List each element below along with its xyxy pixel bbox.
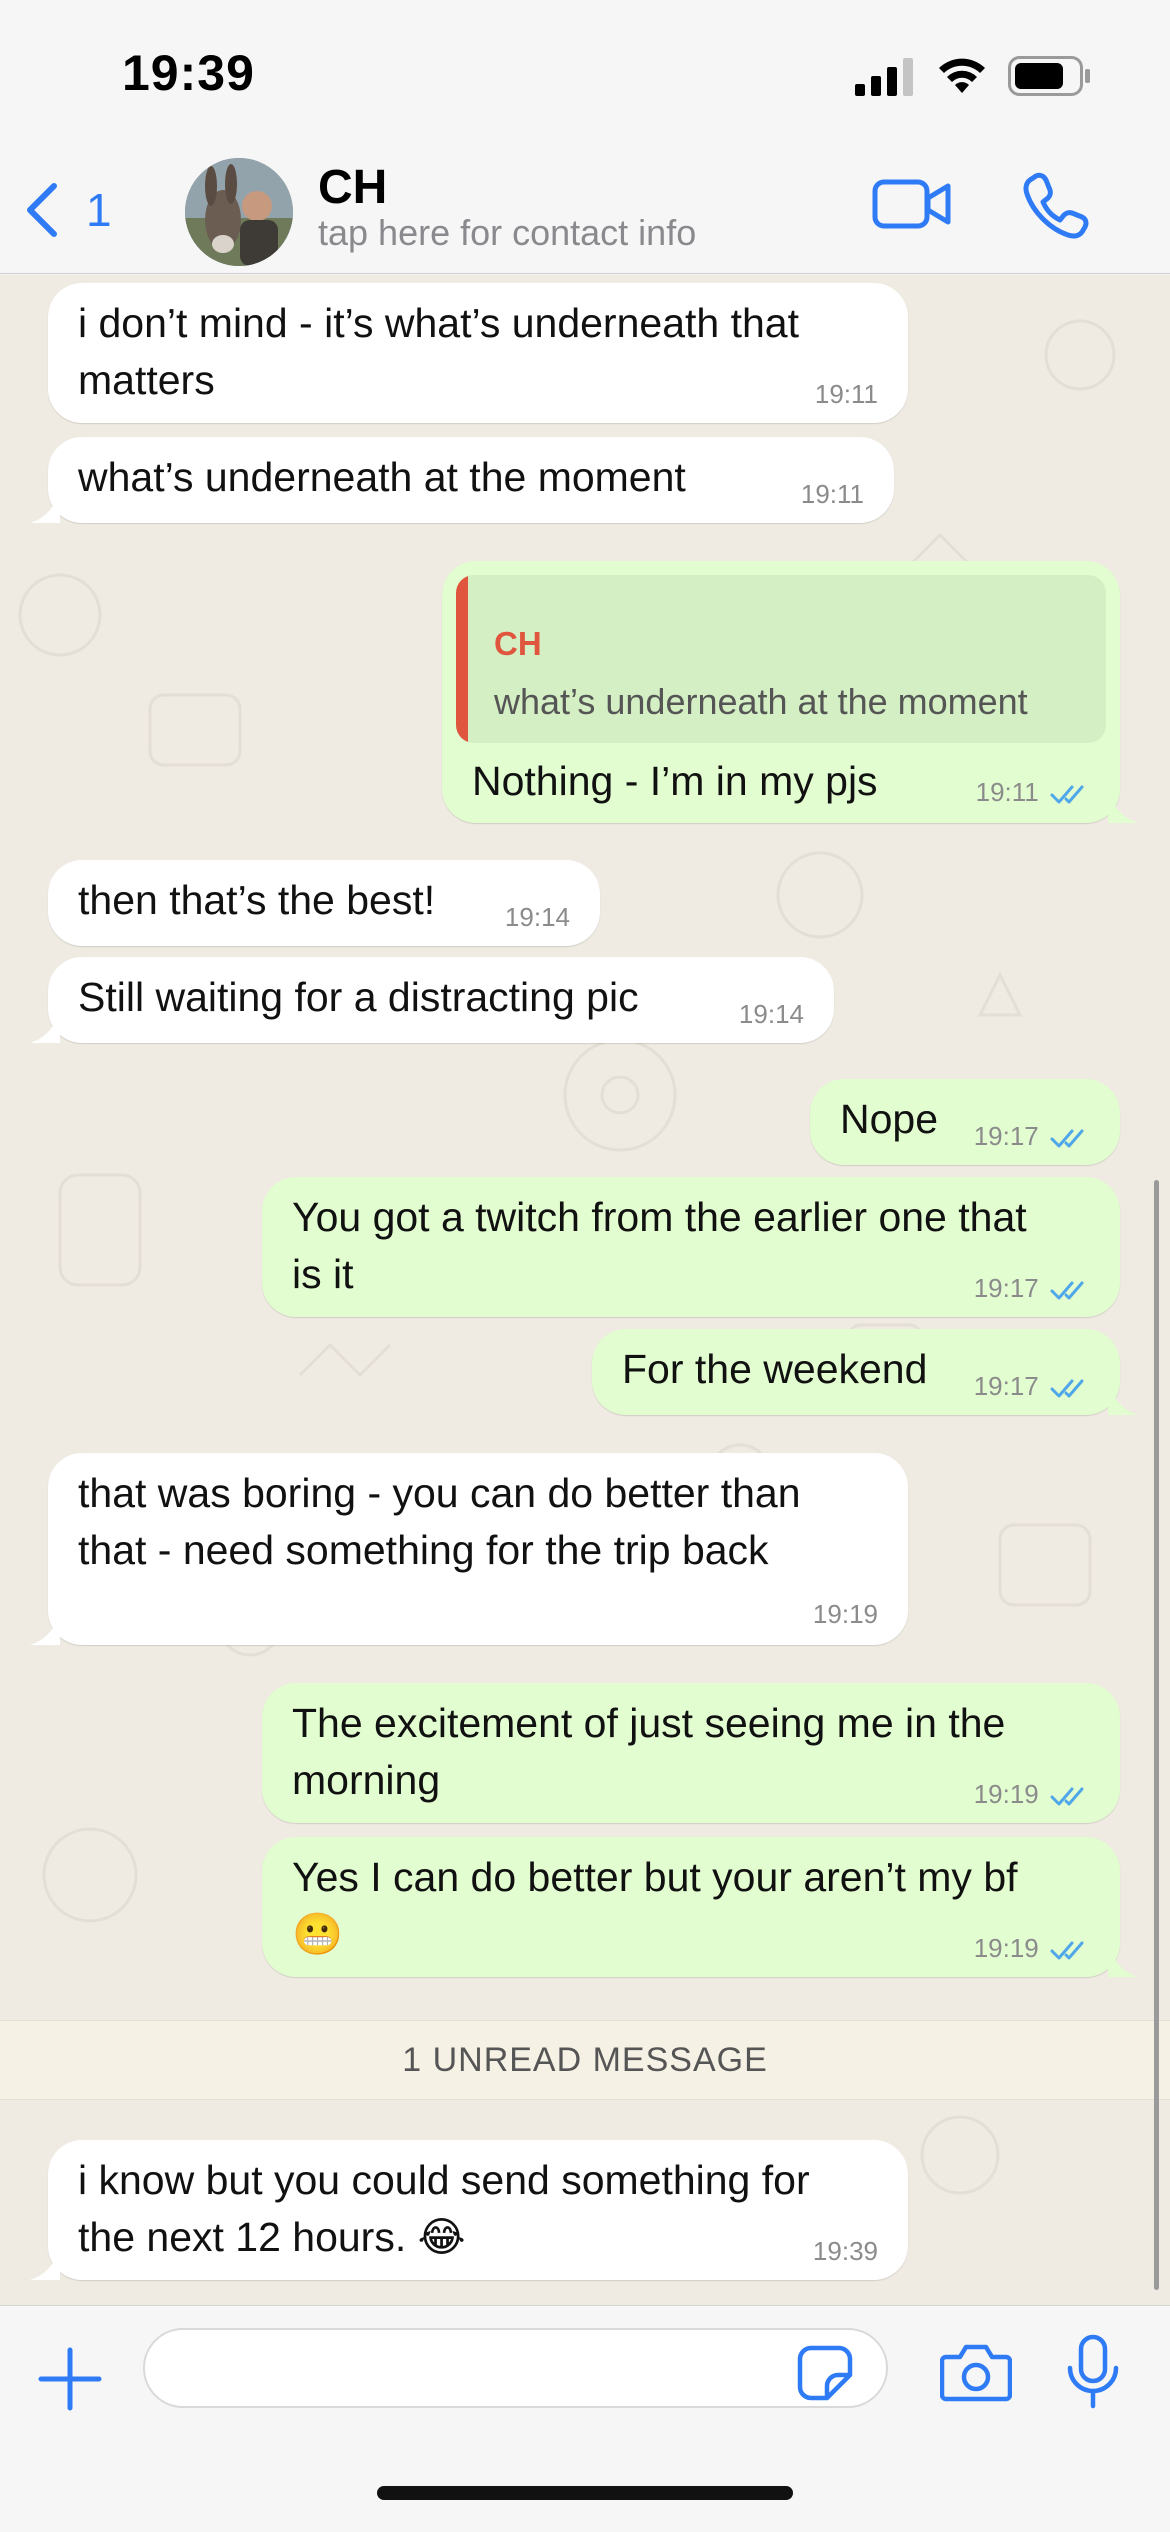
bubble-tail bbox=[30, 493, 60, 523]
message-outgoing[interactable]: Yes I can do better but your aren’t my b… bbox=[262, 1837, 1138, 1977]
message-incoming[interactable]: i don’t mind - it’s what’s underneath th… bbox=[48, 283, 908, 423]
chat-scrollbar[interactable] bbox=[1154, 1180, 1159, 2290]
bubble-tail bbox=[30, 1615, 60, 1645]
quote-author: CH bbox=[494, 625, 542, 662]
message-line: i know but you could send something for bbox=[78, 2157, 810, 2203]
message-line: i don’t mind - it’s what’s underneath th… bbox=[78, 300, 799, 346]
home-indicator[interactable] bbox=[377, 2486, 793, 2500]
contact-avatar[interactable] bbox=[185, 158, 293, 266]
bubble-tail bbox=[1108, 1947, 1138, 1977]
video-call-icon[interactable] bbox=[872, 174, 952, 234]
message-time-status: 19:19 bbox=[974, 1779, 1090, 1809]
message-line: that - need something for the trip back bbox=[78, 1527, 769, 1573]
message-time: 19:11 bbox=[975, 777, 1039, 807]
chat-area[interactable]: i don’t mind - it’s what’s underneath th… bbox=[0, 275, 1170, 2305]
read-ticks-icon bbox=[1050, 1787, 1084, 1806]
message-time-status: 19:11 bbox=[976, 777, 1090, 807]
message-text: i don’t mind - it’s what’s underneath th… bbox=[78, 295, 882, 409]
message-time: 19:19 bbox=[812, 1599, 878, 1629]
quote-accent-bar bbox=[456, 575, 468, 743]
camera-icon[interactable] bbox=[940, 2341, 1012, 2403]
message-time-status: 19:17 bbox=[974, 1273, 1090, 1303]
contact-info-hint[interactable]: tap here for contact info bbox=[318, 212, 696, 254]
unread-messages-divider: 1 UNREAD MESSAGE bbox=[0, 2020, 1170, 2100]
message-line: that was boring - you can do better than bbox=[78, 1470, 801, 1516]
sticker-icon[interactable] bbox=[797, 2345, 853, 2401]
read-ticks-icon bbox=[1050, 785, 1084, 804]
chat-header: 1 CH tap here for contact info bbox=[0, 150, 1170, 274]
message-outgoing[interactable]: You got a twitch from the earlier one th… bbox=[262, 1177, 1120, 1317]
message-line: The excitement of just seeing me in the bbox=[292, 1700, 1006, 1746]
back-unread-count: 1 bbox=[86, 184, 112, 236]
read-ticks-icon bbox=[1050, 1281, 1084, 1300]
message-line: Yes I can do better but your aren’t my b… bbox=[292, 1854, 1018, 1900]
quote-text: what’s underneath at the moment bbox=[494, 681, 1028, 722]
message-time-status: 19:19 bbox=[974, 1933, 1090, 1963]
back-chevron-icon bbox=[27, 183, 57, 237]
message-text: i know but you could send something for … bbox=[78, 2152, 882, 2266]
message-text: then that’s the best! bbox=[78, 877, 436, 923]
message-text: what’s underneath at the moment bbox=[78, 454, 686, 500]
message-incoming[interactable]: then that’s the best! 19:14 bbox=[48, 860, 600, 946]
message-time-status: 19:17 bbox=[974, 1371, 1090, 1401]
message-time-status: 19:17 bbox=[974, 1121, 1090, 1151]
message-line: matters bbox=[78, 357, 215, 403]
composer-bar bbox=[0, 2305, 1170, 2532]
message-outgoing-reply[interactable]: CH what’s underneath at the moment Nothi… bbox=[442, 561, 1138, 823]
message-incoming[interactable]: i know but you could send something for … bbox=[30, 2140, 908, 2280]
bubble-tail bbox=[30, 2250, 60, 2280]
message-text: Still waiting for a distracting pic bbox=[78, 974, 639, 1020]
plus-icon[interactable] bbox=[35, 2344, 105, 2414]
message-input[interactable] bbox=[143, 2328, 888, 2408]
status-time: 19:39 bbox=[122, 45, 255, 101]
message-time: 19:17 bbox=[973, 1371, 1039, 1401]
message-time: 19:19 bbox=[973, 1933, 1039, 1963]
message-line: the next 12 hours. 😂 bbox=[78, 2214, 466, 2260]
message-text: that was boring - you can do better than… bbox=[78, 1465, 882, 1579]
message-outgoing[interactable]: The excitement of just seeing me in the … bbox=[262, 1683, 1120, 1823]
message-outgoing[interactable]: Nope 19:17 bbox=[810, 1079, 1120, 1165]
back-button[interactable]: 1 bbox=[20, 178, 112, 242]
message-time: 19:14 bbox=[738, 999, 804, 1029]
bubble-tail bbox=[30, 1013, 60, 1043]
message-line: You got a twitch from the earlier one th… bbox=[292, 1194, 1027, 1240]
message-outgoing[interactable]: For the weekend 19:17 bbox=[592, 1329, 1138, 1415]
message-time: 19:11 bbox=[800, 479, 864, 509]
phone-call-icon[interactable] bbox=[1020, 170, 1090, 240]
bubble-tail bbox=[1108, 793, 1138, 823]
contact-name[interactable]: CH bbox=[318, 160, 387, 215]
read-ticks-icon bbox=[1050, 1129, 1084, 1148]
message-time: 19:17 bbox=[973, 1121, 1039, 1151]
wifi-icon bbox=[939, 58, 985, 93]
message-incoming[interactable]: that was boring - you can do better than… bbox=[30, 1453, 908, 1645]
quoted-message[interactable]: CH what’s underneath at the moment bbox=[456, 575, 1106, 743]
message-time: 19:11 bbox=[814, 379, 878, 409]
microphone-icon[interactable] bbox=[1063, 2334, 1123, 2410]
message-time: 19:19 bbox=[973, 1779, 1039, 1809]
message-incoming[interactable]: what’s underneath at the moment 19:11 bbox=[30, 437, 894, 523]
bubble-tail bbox=[1108, 1385, 1138, 1415]
message-time: 19:14 bbox=[504, 902, 570, 932]
message-time: 19:17 bbox=[973, 1273, 1039, 1303]
cellular-signal-icon bbox=[855, 58, 913, 96]
message-incoming[interactable]: Still waiting for a distracting pic 19:1… bbox=[30, 957, 834, 1043]
avatar-photo bbox=[185, 158, 293, 266]
message-time: 19:39 bbox=[812, 2236, 878, 2266]
status-bar: 19:39 bbox=[0, 0, 1170, 150]
read-ticks-icon bbox=[1050, 1941, 1084, 1960]
battery-icon bbox=[1008, 56, 1090, 96]
read-ticks-icon bbox=[1050, 1379, 1084, 1398]
